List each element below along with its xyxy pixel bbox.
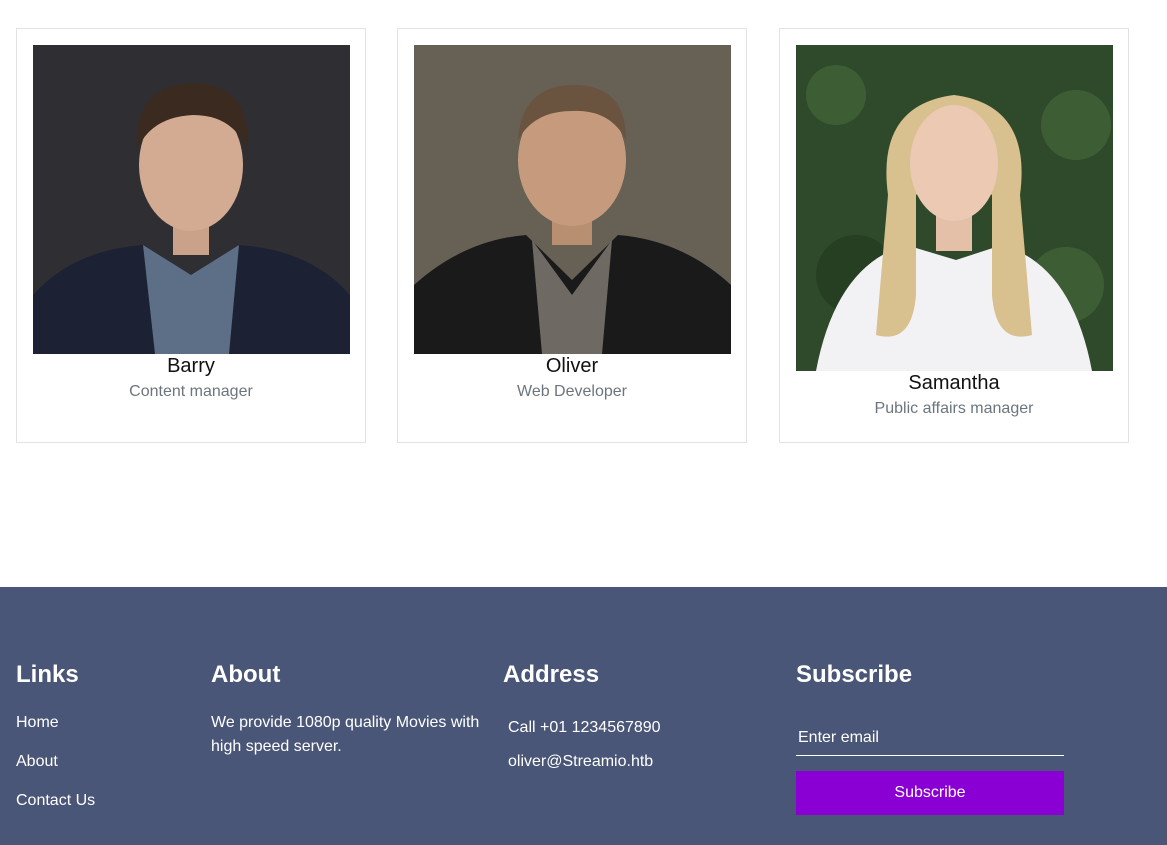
team-card-barry: Barry Content manager	[16, 28, 366, 443]
team-section: Barry Content manager Oliver Web Develop…	[0, 0, 1167, 587]
team-photo-oliver	[414, 45, 731, 354]
about-title: About	[211, 661, 281, 688]
footer-link-contact[interactable]: Contact Us	[16, 792, 95, 810]
footer-link-home[interactable]: Home	[16, 714, 59, 732]
team-photo-barry	[33, 45, 350, 354]
subscribe-email-input[interactable]	[796, 720, 1064, 756]
team-name: Barry	[167, 355, 215, 377]
address-phone: Call +01 1234567890	[508, 719, 661, 736]
team-name: Oliver	[545, 355, 599, 377]
subscribe-button[interactable]: Subscribe	[796, 771, 1064, 815]
team-photo-samantha	[796, 45, 1113, 371]
team-role: Web Developer	[517, 383, 627, 400]
subscribe-title: Subscribe	[796, 661, 913, 688]
footer-link-about[interactable]: About	[16, 753, 58, 771]
team-role: Content manager	[129, 383, 253, 400]
footer: Links Home About Contact Us About We pro…	[0, 587, 1167, 845]
team-card-oliver: Oliver Web Developer	[397, 28, 747, 443]
address-title: Address	[503, 661, 600, 688]
address-email: oliver@Streamio.htb	[508, 753, 654, 770]
team-role: Public affairs manager	[874, 400, 1034, 417]
team-card-samantha: Samantha Public affairs manager	[779, 28, 1129, 443]
links-title: Links	[16, 661, 79, 688]
team-name: Samantha	[908, 372, 1000, 394]
about-text: We provide 1080p quality Movies with hig…	[211, 714, 480, 755]
